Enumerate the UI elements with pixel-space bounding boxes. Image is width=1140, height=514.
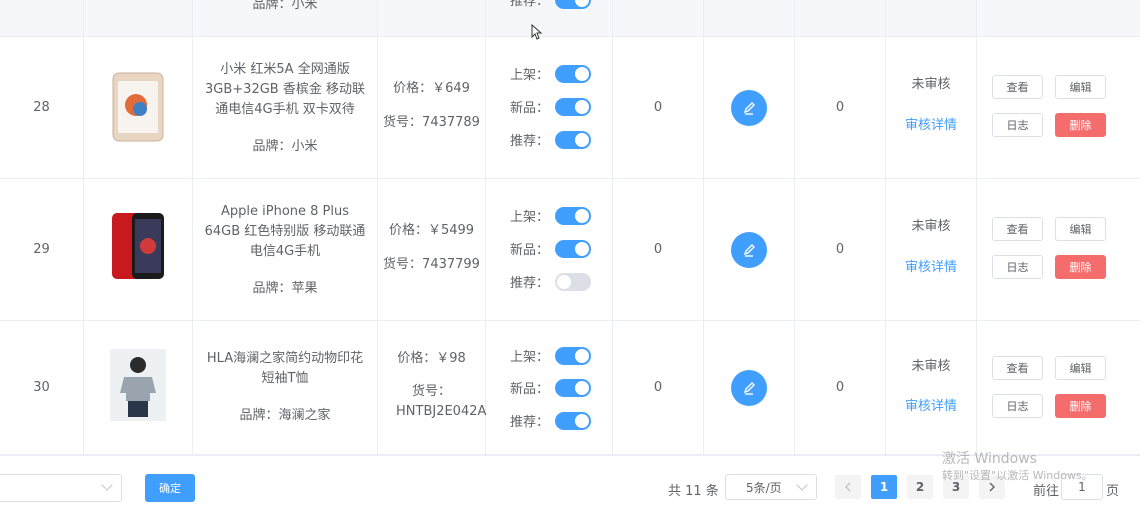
table-row: 29 Apple iPhone 8 Plus 64GB 红色特别版 移动联通电信…: [0, 179, 1140, 321]
edit-sku-button[interactable]: [731, 369, 767, 406]
edit-sku-button[interactable]: [731, 231, 767, 268]
product-id: 28: [0, 37, 84, 178]
recommend-switch-row: 推荐：: [510, 272, 592, 291]
product-price: 价格：￥5499: [388, 223, 475, 238]
page-size-select[interactable]: 5条/页: [725, 474, 817, 500]
recommend-switch-row: 推荐：: [510, 0, 592, 9]
delete-button[interactable]: 删除: [1055, 394, 1106, 418]
audit-status: 未审核: [911, 219, 951, 234]
new-switch[interactable]: [555, 97, 592, 116]
audit-status: 未审核: [911, 359, 951, 374]
log-button[interactable]: 日志: [992, 113, 1043, 137]
sales-value: 0: [795, 37, 886, 178]
product-price: 价格：￥649: [393, 81, 470, 96]
new-switch[interactable]: [555, 239, 592, 258]
chevron-down-icon: [101, 479, 113, 491]
edit-button[interactable]: 编辑: [1055, 356, 1106, 380]
product-sku: 货号：7437799: [383, 257, 480, 272]
batch-action-select[interactable]: [0, 474, 122, 502]
product-image: [112, 72, 164, 142]
product-brand: 品牌：海澜之家: [239, 408, 331, 423]
publish-switch-row: 上架：: [510, 206, 592, 225]
product-brand: 品牌：小米: [252, 0, 318, 12]
audit-detail-link[interactable]: 审核详情: [886, 256, 976, 275]
pen-icon: [743, 101, 755, 115]
product-price: 价格：￥98: [397, 351, 466, 366]
pagination-total: 共 11 条: [668, 484, 719, 499]
edit-button[interactable]: 编辑: [1055, 75, 1106, 99]
view-button[interactable]: 查看: [992, 217, 1043, 241]
product-id: 29: [0, 179, 84, 320]
product-image: [112, 213, 164, 279]
table-row: 30 HLA海澜之家简约动物印花短袖T恤 品牌：海澜之家 价格：￥98 货号：H…: [0, 321, 1140, 455]
confirm-button[interactable]: 确定: [145, 474, 195, 502]
pen-icon: [743, 381, 755, 395]
table-row-partial: 品牌：小米 推荐：: [0, 0, 1140, 37]
publish-switch[interactable]: [555, 206, 592, 225]
delete-button[interactable]: 删除: [1055, 113, 1106, 137]
view-button[interactable]: 查看: [992, 356, 1043, 380]
product-sku: 货号：HNTBJ2E042A: [396, 384, 487, 419]
stock-value: 0: [613, 179, 704, 320]
goto-suffix: 页: [1106, 484, 1120, 499]
page-button-1[interactable]: 1: [871, 475, 897, 499]
product-name: 小米 红米5A 全网通版 3GB+32GB 香槟金 移动联通电信4G手机 双卡双…: [205, 62, 365, 117]
sales-value: 0: [795, 179, 886, 320]
mouse-cursor-icon: [531, 24, 543, 40]
recommend-switch-row: 推荐：: [510, 411, 592, 430]
recommend-switch-row: 推荐：: [510, 130, 592, 149]
publish-switch[interactable]: [555, 346, 592, 365]
product-brand: 品牌：小米: [252, 139, 318, 154]
log-button[interactable]: 日志: [992, 255, 1043, 279]
edit-button[interactable]: 编辑: [1055, 217, 1106, 241]
product-brand: 品牌：苹果: [252, 281, 318, 296]
recommend-switch[interactable]: [555, 130, 592, 149]
publish-switch-row: 上架：: [510, 346, 592, 365]
product-id: 30: [0, 321, 84, 454]
audit-detail-link[interactable]: 审核详情: [886, 395, 976, 414]
stock-value: 0: [613, 321, 704, 454]
activation-watermark: 激活 Windows 转到"设置"以激活 Windows。: [942, 451, 1093, 482]
publish-switch[interactable]: [555, 64, 592, 83]
audit-detail-link[interactable]: 审核详情: [886, 114, 976, 133]
new-switch-row: 新品：: [510, 378, 592, 397]
table-row: 28 小米 红米5A 全网通版 3GB+32GB 香槟金 移动联通电信4G手机 …: [0, 37, 1140, 179]
recommend-switch[interactable]: [555, 411, 592, 430]
chevron-left-icon: [845, 482, 851, 492]
recommend-switch[interactable]: [555, 0, 592, 9]
new-switch-row: 新品：: [510, 97, 592, 116]
pen-icon: [743, 243, 755, 257]
page-button-2[interactable]: 2: [907, 475, 933, 499]
recommend-switch[interactable]: [555, 272, 592, 291]
edit-sku-button[interactable]: [731, 89, 767, 126]
log-button[interactable]: 日志: [992, 394, 1043, 418]
sales-value: 0: [795, 321, 886, 454]
product-sku: 货号：7437789: [383, 115, 480, 130]
product-image: [110, 349, 166, 421]
new-switch-row: 新品：: [510, 239, 592, 258]
product-name: Apple iPhone 8 Plus 64GB 红色特别版 移动联通电信4G手…: [204, 204, 366, 259]
product-name: HLA海澜之家简约动物印花短袖T恤: [206, 351, 364, 386]
audit-status: 未审核: [911, 77, 951, 92]
chevron-down-icon: [796, 479, 808, 491]
prev-page-button[interactable]: [835, 475, 861, 499]
stock-value: 0: [613, 37, 704, 178]
new-switch[interactable]: [555, 378, 592, 397]
view-button[interactable]: 查看: [992, 75, 1043, 99]
delete-button[interactable]: 删除: [1055, 255, 1106, 279]
publish-switch-row: 上架：: [510, 64, 592, 83]
